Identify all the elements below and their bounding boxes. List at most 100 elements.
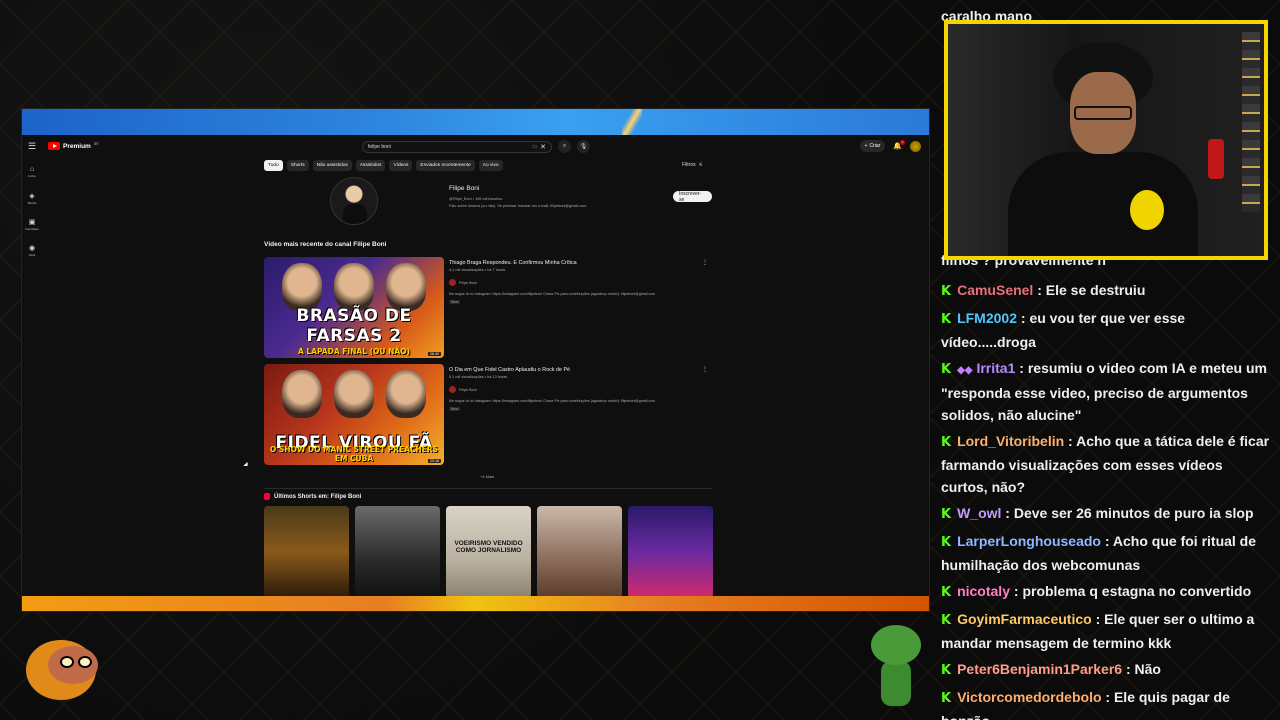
shorts-heading: Últimos Shorts em: Filipe Boni [264, 493, 361, 500]
thumbnail-subtitle: A LAPADA FINAL (OU NÃO) [297, 347, 411, 356]
sidebar-item-you[interactable]: ◉ Você [22, 237, 42, 263]
user-badge-icon: ◆◆ [957, 365, 973, 376]
channel-avatar[interactable] [330, 177, 378, 225]
video-thumbnail[interactable]: FIDEL VIROU FÃ O SHOW DO MANIC STREET PR… [264, 364, 444, 465]
chat-username[interactable]: LarperLonghouseado [957, 533, 1101, 549]
chat-message: K LarperLonghouseado : Acho que foi ritua… [941, 530, 1271, 576]
chat-separator: : [1033, 282, 1046, 298]
search-field[interactable]: ▭ ✕ [362, 140, 552, 153]
captured-browser-window: ☰ Premium BR ▭ ✕ ⌕ 🎙 +Criar 🔔9 ⌂Início ◈… [21, 108, 930, 612]
kick-icon: K [941, 691, 952, 706]
filter-chips: Tudo Shorts Não assistidos Assistidos Ví… [264, 160, 503, 171]
keyboard-icon[interactable]: ▭ [532, 144, 537, 150]
video-description: Me segue lá no Instagram: https://instag… [449, 292, 656, 296]
chip-videos[interactable]: Vídeos [389, 160, 413, 171]
video-channel-name: Filipe Boni [459, 280, 477, 285]
chat-message: K LFM2002 : eu vou ter que ver esse vídeo… [941, 307, 1271, 353]
chat-separator: : [1100, 533, 1113, 549]
short-thumbnail[interactable] [264, 506, 349, 598]
menu-icon[interactable]: ☰ [28, 141, 40, 152]
create-label: Criar [869, 143, 881, 149]
create-button[interactable]: + Criar [859, 140, 886, 152]
search-bar: ▭ ✕ ⌕ 🎙 [362, 140, 590, 153]
video-channel-name: Filipe Boni [459, 387, 477, 392]
yt-sidebar: ⌂ Início ◈ Shorts ▣ Inscrições ◉ Você [22, 159, 42, 263]
chat-username[interactable]: nicotaly [957, 583, 1010, 599]
subscribe-button[interactable]: Inscrever-se [673, 191, 712, 203]
video-title[interactable]: O Dia em Que Fidel Castro Aplaudiu o Roc… [449, 367, 570, 373]
short-thumbnail[interactable]: VOEIRISMO VENDIDO COMO JORNALISMO [446, 506, 531, 598]
kick-icon: K [941, 507, 952, 522]
video-meta: 4,1 mil visualizações • há 7 horas [449, 268, 506, 272]
chat-message: K W_owl : Deve ser 26 minutos de puro ia … [941, 502, 1271, 526]
chat-separator: : [1122, 661, 1135, 677]
you-icon: ◉ [28, 244, 36, 252]
filters-button[interactable]: Filtros ⚟ [682, 162, 703, 168]
video-channel[interactable]: Filipe Boni [449, 386, 477, 393]
chat-username[interactable]: Victorcomedordebolo [957, 689, 1101, 705]
chat-message: K Victorcomedordebolo : Ele quis pagar de… [941, 686, 1271, 720]
chat-username[interactable]: Irrita1 [976, 360, 1015, 376]
account-avatar[interactable] [910, 140, 921, 152]
short-thumbnail[interactable] [355, 506, 440, 598]
search-icon[interactable]: ⌕ [558, 140, 571, 153]
notifications-icon[interactable]: 🔔 9 [893, 140, 905, 150]
sidebar-label: Você [28, 252, 36, 257]
more-options-icon[interactable]: ⋮ [702, 366, 708, 373]
video-result[interactable]: FIDEL VIROU FÃ O SHOW DO MANIC STREET PR… [264, 364, 712, 466]
channel-mini-avatar [449, 279, 456, 286]
desktop-wallpaper-strip-bottom [22, 596, 929, 611]
short-thumbnail[interactable] [537, 506, 622, 598]
youtube-logo[interactable]: Premium BR [48, 142, 99, 150]
sidebar-item-shorts[interactable]: ◈ Shorts [22, 185, 42, 211]
video-channel[interactable]: Filipe Boni [449, 279, 477, 286]
chat-text: Ele se destruiu [1045, 282, 1146, 298]
sidebar-item-subscriptions[interactable]: ▣ Inscrições [22, 211, 42, 237]
show-more-link[interactable]: +4 Mais [480, 474, 494, 479]
chat-username[interactable]: CamuSenel [957, 282, 1033, 298]
chat-username[interactable]: GoyimFarmaceutico [957, 611, 1092, 627]
sidebar-label: Inscrições [25, 226, 39, 231]
chat-username[interactable]: LFM2002 [957, 310, 1017, 326]
chat-message: K ◆◆ Irrita1 : resumiu o video com IA e me… [941, 357, 1271, 426]
latest-video-heading: Vídeo mais recente do canal Filipe Boni [264, 241, 387, 248]
chip-watched[interactable]: Assistidos [355, 160, 386, 171]
kick-icon: K [941, 284, 952, 299]
microphone-image [1130, 190, 1164, 230]
new-badge: Novo [449, 300, 461, 304]
video-title[interactable]: Thiago Braga Respondeu. E Confirmou Minh… [449, 260, 577, 266]
webcam-frame [944, 20, 1268, 260]
chat-message: K Peter6Benjamin1Parker6 : Não [941, 658, 1271, 682]
more-options-icon[interactable]: ⋮ [702, 259, 708, 266]
channel-result: Filipe Boni @Filipe_Boni • 169 mil inscr… [264, 177, 712, 227]
search-input[interactable] [368, 143, 533, 150]
home-icon: ⌂ [29, 166, 35, 173]
kick-icon: K [941, 312, 952, 327]
chip-unwatched[interactable]: Não assistidos [312, 160, 352, 171]
mouse-cursor-icon [243, 461, 250, 469]
chat-message: Knicotaly : problema q estagna no conver… [941, 580, 1271, 604]
chat-username[interactable]: Lord_Vitoribelin [957, 433, 1064, 449]
filter-sliders-icon: ⚟ [698, 162, 704, 168]
chat-username[interactable]: Peter6Benjamin1Parker6 [957, 661, 1122, 677]
shorts-heading-text: Últimos Shorts em: Filipe Boni [274, 493, 362, 500]
clear-search-icon[interactable]: ✕ [540, 143, 546, 151]
youtube-header: ☰ Premium BR ▭ ✕ ⌕ 🎙 +Criar 🔔9 [22, 135, 929, 157]
chip-all[interactable]: Tudo [264, 160, 283, 171]
sidebar-item-home[interactable]: ⌂ Início [22, 159, 42, 185]
chip-shorts[interactable]: Shorts [286, 160, 309, 171]
short-thumbnail[interactable] [628, 506, 713, 598]
chip-live[interactable]: Ao vivo [478, 160, 503, 171]
video-thumbnail[interactable]: BRASÃO DE FARSAS 2 A LAPADA FINAL (OU NÃ… [264, 257, 444, 358]
microphone-icon[interactable]: 🎙 [577, 140, 590, 153]
chat-separator: : [1009, 583, 1023, 599]
subscriptions-icon: ▣ [28, 218, 36, 226]
channel-meta: @Filipe_Boni • 169 mil inscritos [449, 197, 503, 201]
chat-message: K CamuSenel : Ele se destruiu [941, 279, 1271, 303]
video-result[interactable]: BRASÃO DE FARSAS 2 A LAPADA FINAL (OU NÃ… [264, 257, 712, 359]
chat-username[interactable]: W_owl [957, 505, 1001, 521]
chip-recently-uploaded[interactable]: Enviados recentemente [416, 160, 475, 171]
channel-mini-avatar [449, 386, 456, 393]
logo-country: BR [93, 142, 99, 146]
channel-name[interactable]: Filipe Boni [449, 185, 479, 192]
